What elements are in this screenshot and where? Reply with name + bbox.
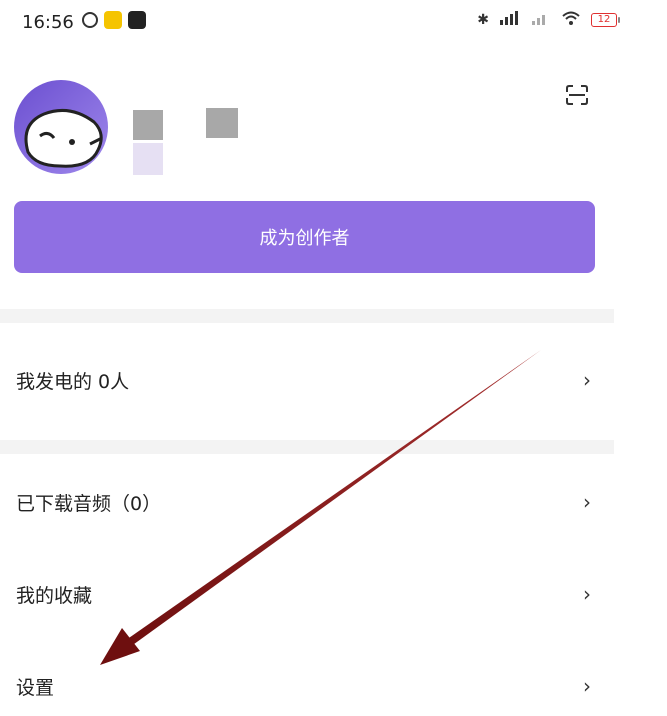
avatar[interactable] xyxy=(14,80,108,174)
menu-item-settings[interactable]: 设置 › xyxy=(0,656,614,716)
user-id-blurred xyxy=(206,108,238,138)
app-notification-icon-2 xyxy=(128,11,146,29)
status-time: 16:56 xyxy=(22,12,74,33)
section-divider xyxy=(0,309,614,323)
menu-item-downloaded-audio[interactable]: 已下载音频（0） › xyxy=(0,472,614,532)
app-notification-icon xyxy=(104,11,122,29)
chevron-right-icon: › xyxy=(583,582,591,606)
signal-weak-icon xyxy=(531,11,551,29)
chevron-right-icon: › xyxy=(583,368,591,392)
menu-item-label: 我的收藏 xyxy=(16,584,93,607)
scan-icon[interactable] xyxy=(565,84,589,106)
chevron-right-icon: › xyxy=(583,490,591,514)
menu-item-label: 设置 xyxy=(16,676,55,699)
status-system-icons: ✱ 12 xyxy=(477,11,620,29)
battery-icon: 12 xyxy=(591,13,620,27)
menu-item-power-supporters[interactable]: 我发电的 0人 › xyxy=(0,350,614,410)
username-blurred-2 xyxy=(133,143,163,175)
section-divider xyxy=(0,440,614,454)
status-bar: 16:56 ✱ 12 xyxy=(0,0,667,40)
status-notification-icons xyxy=(82,11,146,29)
menu-item-label: 已下载音频（0） xyxy=(16,492,162,515)
menu-item-label: 我发电的 0人 xyxy=(16,370,130,393)
username-blurred xyxy=(133,110,163,140)
signal-icon xyxy=(499,11,521,29)
menu-item-favorites[interactable]: 我的收藏 › xyxy=(0,564,614,624)
chevron-right-icon: › xyxy=(583,674,591,698)
cartoon-face-icon xyxy=(24,108,103,168)
alarm-icon xyxy=(82,12,98,28)
wifi-icon xyxy=(561,11,581,29)
become-creator-button[interactable]: 成为创作者 xyxy=(14,201,595,273)
bluetooth-icon: ✱ xyxy=(477,12,489,28)
